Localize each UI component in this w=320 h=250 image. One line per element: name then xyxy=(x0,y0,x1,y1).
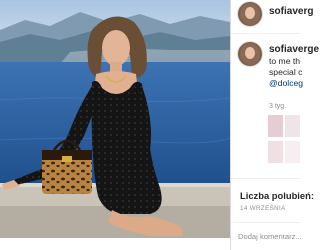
photo-bottom-margin xyxy=(0,238,230,250)
likes-count[interactable]: Liczba polubień: xyxy=(240,190,314,201)
header-avatar[interactable] xyxy=(237,1,263,27)
post-date: 14 WRZEŚNIA xyxy=(240,205,286,212)
caption-line-1: to me th xyxy=(269,56,301,66)
caption-mention-link[interactable]: @dolceg xyxy=(269,78,303,88)
comment-box xyxy=(231,222,301,250)
post-sidebar: sofiaverg sofiaverge to me th special c … xyxy=(230,0,319,250)
actions-divider xyxy=(231,178,301,180)
comment-thumbnails xyxy=(268,115,301,165)
caption-line-2: special c xyxy=(269,67,303,77)
caption-avatar[interactable] xyxy=(237,41,263,67)
thumbnail-2 xyxy=(285,115,300,137)
header-username[interactable]: sofiaverg xyxy=(269,6,313,17)
thumbnail-3 xyxy=(268,141,283,163)
caption-timestamp: 3 tyg. xyxy=(269,103,287,110)
thumbnail-4 xyxy=(285,141,300,163)
post-header: sofiaverg xyxy=(231,0,313,34)
thumbnail-1 xyxy=(268,115,283,137)
post-photo[interactable] xyxy=(0,0,230,238)
comment-input[interactable] xyxy=(238,230,301,242)
post-photo-image xyxy=(0,0,230,238)
caption-username[interactable]: sofiaverge xyxy=(269,44,319,55)
